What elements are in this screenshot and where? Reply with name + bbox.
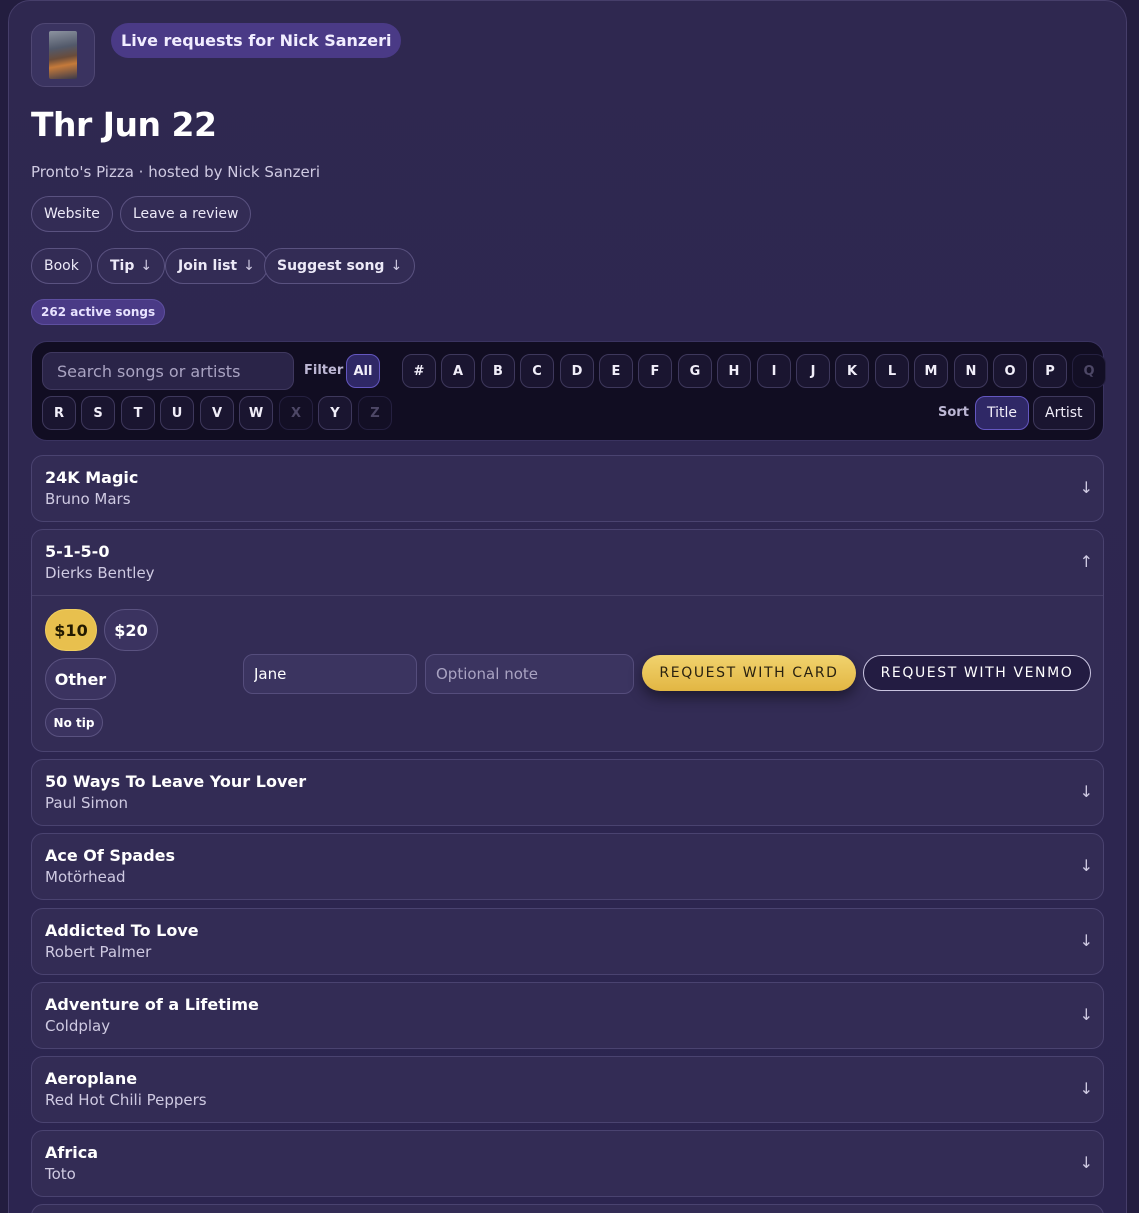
performer-photo — [49, 31, 77, 79]
song-artist: Dierks Bentley — [45, 564, 155, 582]
song-item[interactable]: Adventure of a Lifetime Coldplay ↓ — [31, 982, 1104, 1049]
join-list-label: Join list — [178, 258, 238, 274]
letter-filter-hash[interactable]: # — [402, 354, 436, 388]
tip-20-button[interactable]: $20 — [104, 609, 158, 651]
song-title: Addicted To Love — [45, 921, 199, 940]
tip-10-button[interactable]: $10 — [45, 609, 97, 651]
collapse-arrow-icon[interactable]: ↑ — [1080, 552, 1093, 571]
letter-filter-v[interactable]: V — [200, 396, 234, 430]
letter-filter-k[interactable]: K — [835, 354, 869, 388]
letter-filter-h[interactable]: H — [717, 354, 751, 388]
song-artist: Robert Palmer — [45, 943, 152, 961]
song-artist: Motörhead — [45, 868, 126, 886]
song-title: Ace Of Spades — [45, 846, 176, 865]
song-title: Africa — [45, 1143, 98, 1162]
request-with-venmo-button[interactable]: REQUEST WITH VENMO — [863, 655, 1091, 691]
arrow-down-icon: ↓ — [140, 258, 153, 274]
suggest-song-label: Suggest song — [277, 258, 385, 274]
expand-arrow-icon[interactable]: ↓ — [1080, 1079, 1093, 1098]
tip-button[interactable]: Tip ↓ — [97, 248, 166, 284]
tip-other-button[interactable]: Other — [45, 658, 116, 700]
song-artist: Coldplay — [45, 1017, 111, 1035]
venue-line: Pronto's Pizza · hosted by Nick Sanzeri — [31, 163, 321, 181]
avatar — [31, 23, 95, 87]
letter-filter-g[interactable]: G — [678, 354, 712, 388]
arrow-down-icon: ↓ — [243, 258, 255, 274]
song-title: Adventure of a Lifetime — [45, 995, 259, 1014]
song-item[interactable] — [31, 1204, 1104, 1213]
song-title: 5-1-5-0 — [45, 542, 110, 561]
song-artist: Toto — [45, 1165, 76, 1183]
letter-filter-u[interactable]: U — [160, 396, 194, 430]
divider — [32, 595, 1103, 596]
letter-filter-a[interactable]: A — [441, 354, 475, 388]
letter-filter-b[interactable]: B — [481, 354, 515, 388]
song-title: 24K Magic — [45, 468, 139, 487]
song-item[interactable]: 50 Ways To Leave Your Lover Paul Simon ↓ — [31, 759, 1104, 826]
letter-filter-m[interactable]: M — [914, 354, 948, 388]
tip-button-label: Tip — [110, 258, 135, 274]
letter-filter-q: Q — [1072, 354, 1106, 388]
expand-arrow-icon[interactable]: ↓ — [1080, 478, 1093, 497]
live-requests-badge: Live requests for Nick Sanzeri — [111, 23, 402, 58]
letter-filter-e[interactable]: E — [599, 354, 633, 388]
filter-bar: Filter All #ABCDEFGHIJKLMNOPQ RSTUVWXYZ So… — [31, 341, 1106, 441]
expand-arrow-icon[interactable]: ↓ — [1080, 1153, 1093, 1172]
letter-filter-l[interactable]: L — [875, 354, 909, 388]
letter-filter-c[interactable]: C — [520, 354, 554, 388]
no-tip-button[interactable]: No tip — [45, 708, 103, 737]
letter-filter-j[interactable]: J — [796, 354, 830, 388]
letter-filter-n[interactable]: N — [954, 354, 988, 388]
song-artist: Red Hot Chili Peppers — [45, 1091, 207, 1109]
expand-arrow-icon[interactable]: ↓ — [1080, 856, 1093, 875]
note-field[interactable] — [425, 654, 634, 694]
sort-artist-button[interactable]: Artist — [1033, 396, 1095, 430]
song-item[interactable]: Addicted To Love Robert Palmer ↓ — [31, 908, 1104, 975]
song-artist: Bruno Mars — [45, 490, 131, 508]
request-with-card-button[interactable]: REQUEST WITH CARD — [642, 655, 856, 691]
song-item[interactable]: Aeroplane Red Hot Chili Peppers ↓ — [31, 1056, 1104, 1123]
filter-label: Filter — [304, 363, 344, 378]
sort-title-button[interactable]: Title — [975, 396, 1030, 430]
letter-filter-p[interactable]: P — [1033, 354, 1067, 388]
suggest-song-button[interactable]: Suggest song ↓ — [264, 248, 416, 284]
song-artist: Paul Simon — [45, 794, 128, 812]
song-item[interactable]: Africa Toto ↓ — [31, 1130, 1104, 1197]
search-input[interactable] — [42, 352, 294, 390]
letter-filter-d[interactable]: D — [560, 354, 594, 388]
song-item[interactable]: 24K Magic Bruno Mars ↓ — [31, 455, 1104, 522]
song-title: Aeroplane — [45, 1069, 138, 1088]
letter-filter-r[interactable]: R — [42, 396, 76, 430]
song-item[interactable]: Ace Of Spades Motörhead ↓ — [31, 833, 1104, 900]
letter-filter-t[interactable]: T — [121, 396, 155, 430]
main-card: Live requests for Nick Sanzeri Thr Jun 2… — [8, 0, 1127, 1213]
letter-filter-z: Z — [358, 396, 392, 430]
active-songs-badge: 262 active songs — [31, 299, 166, 325]
expand-arrow-icon[interactable]: ↓ — [1080, 782, 1093, 801]
sort-label: Sort — [938, 405, 969, 420]
letter-filter-x: X — [279, 396, 313, 430]
book-button[interactable]: Book — [31, 248, 92, 284]
letter-filter-w[interactable]: W — [239, 396, 273, 430]
website-button[interactable]: Website — [31, 196, 113, 232]
letter-filter-s[interactable]: S — [81, 396, 115, 430]
song-title: 50 Ways To Leave Your Lover — [45, 772, 307, 791]
song-item-expanded[interactable]: 5-1-5-0 Dierks Bentley ↑ $10 $20 Other N… — [31, 529, 1104, 752]
join-list-button[interactable]: Join list ↓ — [165, 248, 268, 284]
letter-filter-all[interactable]: All — [346, 354, 380, 388]
letter-filter-y[interactable]: Y — [318, 396, 352, 430]
letter-filter-o[interactable]: O — [993, 354, 1027, 388]
leave-review-button[interactable]: Leave a review — [120, 196, 252, 232]
expand-arrow-icon[interactable]: ↓ — [1080, 931, 1093, 950]
expand-arrow-icon[interactable]: ↓ — [1080, 1005, 1093, 1024]
page-title: Thr Jun 22 — [31, 105, 217, 144]
letter-filter-f[interactable]: F — [638, 354, 672, 388]
name-field[interactable] — [243, 654, 417, 694]
letter-filter-i[interactable]: I — [757, 354, 791, 388]
arrow-down-icon: ↓ — [390, 258, 403, 274]
